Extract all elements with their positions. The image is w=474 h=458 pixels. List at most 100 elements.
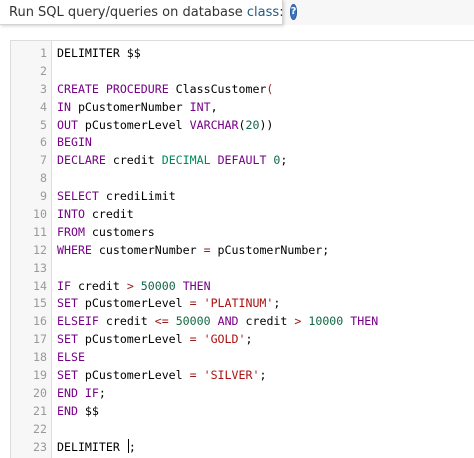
code-token: SELECT [57, 189, 106, 204]
code-token: pCustomerLevel [84, 296, 190, 311]
line-number: 11 [33, 224, 47, 239]
code-token: 50000 [140, 278, 176, 293]
code-token: 20 [245, 117, 260, 132]
code-token: AND [217, 314, 246, 329]
code-token: DECLARE [57, 153, 113, 168]
code-text: DELIMITER $$ [57, 45, 141, 63]
code-line[interactable]: 4 IN pCustomerNumber INT, [11, 99, 474, 117]
code-token: ; [280, 153, 288, 168]
code-line[interactable]: 23 DELIMITER ; [11, 438, 474, 457]
code-token: WHERE [57, 242, 99, 257]
code-line[interactable]: 17 SET pCustomerLevel = 'GOLD'; [11, 331, 474, 349]
code-token: IF [57, 278, 78, 293]
code-text: SELECT crediLimit [57, 188, 176, 206]
code-token: ; [245, 332, 253, 347]
code-token: IN [57, 99, 78, 114]
code-text: WHERE customerNumber = pCustomerNumber; [57, 242, 329, 260]
database-name-link[interactable]: class [247, 5, 279, 20]
code-token: credit [245, 314, 295, 329]
code-token: INT [189, 99, 211, 114]
line-number: 8 [40, 171, 47, 186]
code-token: pCustomerLevel [84, 368, 190, 383]
code-line[interactable]: 9 SELECT crediLimit [11, 188, 474, 206]
code-text: ELSE [57, 349, 85, 367]
code-line[interactable]: 2 [11, 63, 474, 81]
code-token: IF [84, 385, 99, 400]
code-token: DELIMITER [57, 439, 127, 454]
code-line[interactable]: 15 SET pCustomerLevel = 'PLATINUM'; [11, 295, 474, 313]
line-number: 22 [33, 421, 47, 436]
code-token: = [203, 242, 211, 257]
code-token: END [57, 403, 85, 418]
code-line[interactable]: 14 IF credit > 50000 THEN [11, 278, 474, 296]
code-token: pCustomerNumber; [210, 242, 330, 257]
line-number: 9 [40, 189, 47, 204]
title-suffix: : [279, 4, 284, 20]
code-token: 50000 [175, 314, 211, 329]
code-line[interactable]: 16 ELSEIF credit <= 50000 AND credit > 10… [11, 313, 474, 331]
code-line[interactable]: 5 OUT pCustomerLevel VARCHAR(20)) [11, 117, 474, 135]
line-number: 3 [40, 81, 47, 96]
code-token: THEN [182, 278, 211, 293]
code-line[interactable]: 20 END IF; [11, 385, 474, 403]
sql-editor[interactable]: 1 DELIMITER $$ 2 3 CREATE PROCEDURE ClassCus… [10, 40, 474, 458]
code-token: 'GOLD' [203, 332, 246, 347]
code-line[interactable]: 12 WHERE customerNumber = pCustomerNumber… [11, 242, 474, 260]
code-token: = [189, 332, 197, 347]
line-number: 5 [40, 117, 47, 132]
code-token: SET [57, 368, 85, 383]
code-line[interactable]: 3 CREATE PROCEDURE ClassCustomer( [11, 81, 474, 99]
code-line[interactable]: 11 FROM customers [11, 224, 474, 242]
line-number: 19 [33, 368, 47, 383]
code-line[interactable]: 13 [11, 260, 474, 278]
code-token: credit [77, 278, 127, 293]
code-text: SET pCustomerLevel = 'PLATINUM'; [57, 295, 280, 313]
code-line[interactable]: 22 [11, 421, 474, 439]
code-token: CREATE PROCEDURE [57, 81, 176, 96]
query-header: Run SQL query/queries on database class:… [0, 0, 298, 25]
line-number: 23 [33, 439, 47, 454]
code-line[interactable]: 1 DELIMITER $$ [11, 45, 474, 63]
code-text: IN pCustomerNumber INT, [57, 99, 218, 117]
line-number: 4 [40, 99, 47, 114]
code-text: ELSEIF credit <= 50000 AND credit > 1000… [57, 313, 378, 331]
code-token: > [126, 278, 134, 293]
code-token: END [57, 385, 85, 400]
title-prefix: Run SQL query/queries on database [9, 4, 247, 20]
code-line[interactable]: 21 END $$ [11, 403, 474, 421]
code-token: ; [273, 296, 281, 311]
code-text: DELIMITER ; [57, 438, 136, 457]
code-token: 10000 [308, 314, 344, 329]
header-strip [283, 0, 474, 25]
code-token: = [189, 368, 197, 383]
code-text: OUT pCustomerLevel VARCHAR(20)) [57, 117, 273, 135]
code-token: , [210, 99, 218, 114]
code-token: DELIMITER $$ [57, 46, 141, 60]
code-text: CREATE PROCEDURE ClassCustomer( [57, 81, 273, 99]
code-lines[interactable]: 1 DELIMITER $$ 2 3 CREATE PROCEDURE ClassCus… [11, 45, 474, 456]
code-token: ELSE [57, 350, 85, 365]
code-line[interactable]: 7 DECLARE credit DECIMAL DEFAULT 0; [11, 152, 474, 170]
line-number: 10 [33, 207, 47, 222]
code-token: THEN [350, 314, 379, 329]
code-line[interactable]: 10 INTO credit [11, 206, 474, 224]
code-token: ( [266, 81, 274, 96]
line-number: 7 [40, 153, 47, 168]
code-token: pCustomerLevel [84, 332, 190, 347]
code-line[interactable]: 18 ELSE [11, 349, 474, 367]
code-token: )) [259, 117, 274, 132]
code-line[interactable]: 8 [11, 170, 474, 188]
code-token: 'SILVER' [203, 368, 260, 383]
code-token: <= [154, 314, 169, 329]
help-icon[interactable]: ? [289, 4, 298, 20]
line-number: 12 [33, 242, 47, 257]
query-title: Run SQL query/queries on database class: [9, 5, 284, 20]
code-line[interactable]: 6 BEGIN [11, 134, 474, 152]
code-line[interactable]: 19 SET pCustomerLevel = 'SILVER'; [11, 367, 474, 385]
code-text: END IF; [57, 385, 106, 403]
